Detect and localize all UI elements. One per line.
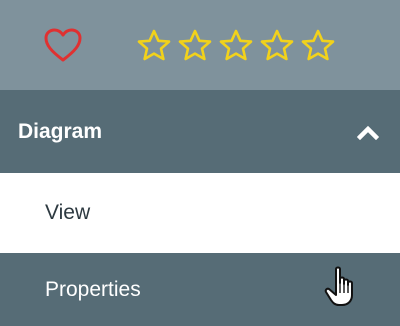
star-rating[interactable]: [136, 28, 335, 62]
diagram-section-header[interactable]: Diagram: [0, 90, 400, 173]
heart-icon[interactable]: [42, 26, 84, 64]
diagram-panel: Diagram View Properties: [0, 0, 400, 326]
star-icon[interactable]: [218, 28, 253, 62]
menu-item-properties[interactable]: Properties: [0, 253, 400, 326]
section-title: Diagram: [18, 119, 103, 143]
star-icon[interactable]: [177, 28, 212, 62]
hand-pointer-icon: [322, 265, 362, 309]
star-icon[interactable]: [300, 28, 335, 62]
star-icon[interactable]: [136, 28, 171, 62]
menu-item-label: Properties: [45, 277, 141, 301]
menu-item-label: View: [45, 201, 91, 224]
chevron-up-icon[interactable]: [356, 123, 380, 141]
menu-item-view[interactable]: View: [0, 173, 400, 253]
rating-toolbar: [0, 0, 400, 90]
star-icon[interactable]: [259, 28, 294, 62]
